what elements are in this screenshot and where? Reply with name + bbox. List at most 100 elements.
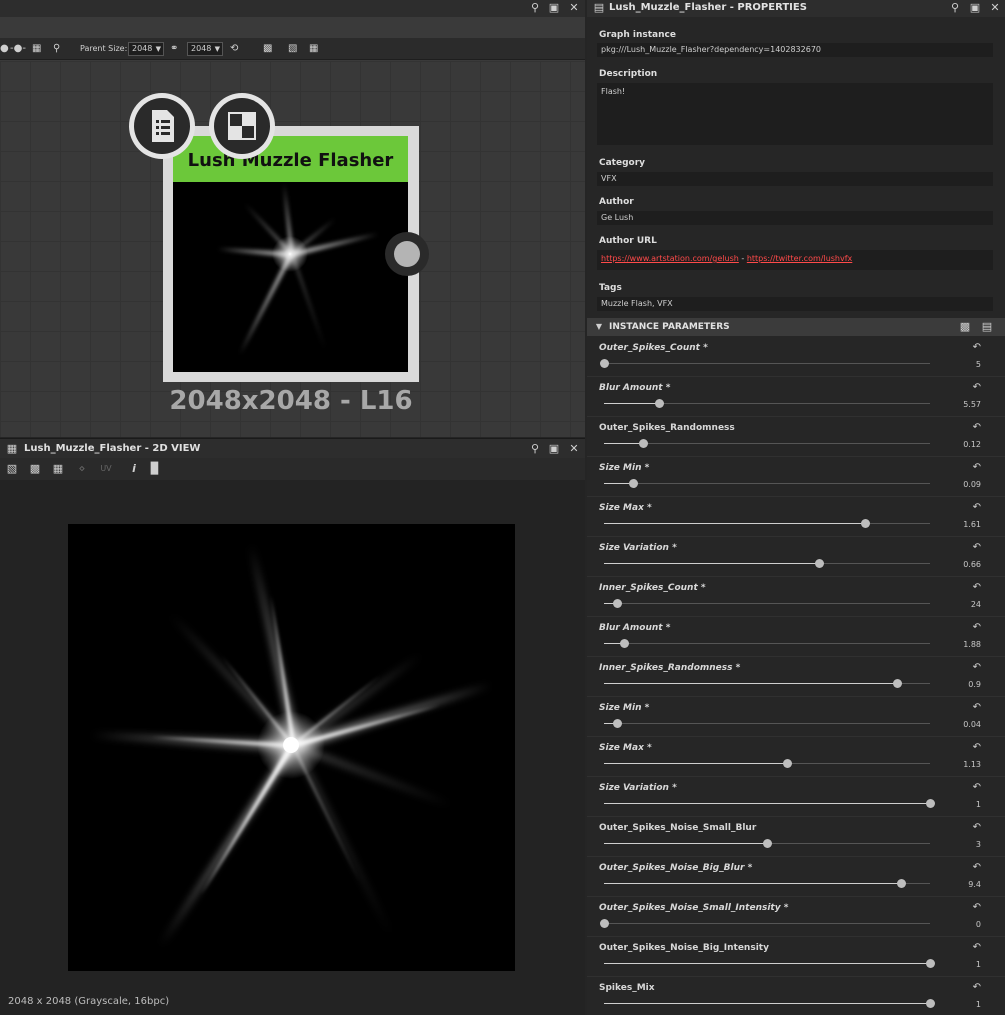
reset-param-icon[interactable]: ↶: [973, 902, 981, 913]
parent-size-select-b[interactable]: 2048 ▼: [187, 42, 223, 56]
slider-handle[interactable]: [655, 399, 665, 408]
reset-param-icon[interactable]: ↶: [973, 662, 981, 673]
slider-handle[interactable]: [600, 919, 609, 928]
instance-params-header[interactable]: ▼ INSTANCE PARAMETERS ▩ ▤: [587, 318, 1005, 336]
pin-icon[interactable]: ⚲: [529, 2, 541, 14]
slider-handle[interactable]: [926, 999, 935, 1008]
reset-size-icon[interactable]: ⟲: [230, 42, 238, 56]
param-slider[interactable]: [600, 359, 930, 368]
param-slider[interactable]: [604, 799, 935, 808]
slider-handle[interactable]: [613, 599, 623, 608]
param-value[interactable]: 0.12: [963, 440, 981, 449]
param-value[interactable]: 1.61: [963, 520, 981, 529]
param-slider[interactable]: [604, 399, 930, 408]
param-value[interactable]: 0.66: [963, 560, 981, 569]
histogram-icon[interactable]: ▉: [149, 463, 161, 475]
link-node-icon[interactable]: -●-: [10, 42, 26, 56]
param-slider[interactable]: [604, 559, 930, 568]
author-url-field[interactable]: https://www.artstation.com/gelush - http…: [597, 250, 993, 270]
node-output-port[interactable]: [385, 232, 429, 276]
slider-handle[interactable]: [782, 759, 792, 768]
reset-param-icon[interactable]: ↶: [973, 582, 981, 593]
param-slider[interactable]: [604, 519, 930, 528]
reset-param-icon[interactable]: ↶: [973, 702, 981, 713]
close-icon[interactable]: ✕: [568, 443, 580, 455]
parent-size-select-a[interactable]: 2048 ▼: [128, 42, 164, 56]
param-slider[interactable]: [604, 599, 930, 608]
tags-field[interactable]: Muzzle Flash, VFX: [597, 297, 993, 311]
maximize-icon[interactable]: ▣: [548, 443, 560, 455]
reset-param-icon[interactable]: ↶: [973, 342, 981, 353]
pin-icon[interactable]: ⚲: [529, 443, 541, 455]
reset-param-icon[interactable]: ↶: [973, 822, 981, 833]
maximize-icon[interactable]: ▣: [548, 2, 560, 14]
view-image[interactable]: [68, 524, 515, 971]
reset-param-icon[interactable]: ↶: [973, 742, 981, 753]
align-vertical-icon[interactable]: ▧: [288, 42, 297, 56]
snap-grid-icon[interactable]: ▦: [309, 42, 318, 56]
reset-param-icon[interactable]: ↶: [973, 502, 981, 513]
param-slider[interactable]: [604, 759, 930, 768]
param-slider[interactable]: [604, 719, 930, 728]
graph-node[interactable]: Lush Muzzle Flasher: [163, 126, 419, 382]
param-value[interactable]: 0.9: [968, 680, 981, 689]
export-icon[interactable]: ▦: [52, 463, 64, 475]
connect-icon[interactable]: ●: [0, 42, 9, 56]
graph-instance-field[interactable]: pkg:///Lush_Muzzle_Flasher?dependency=14…: [597, 43, 993, 57]
slider-handle[interactable]: [926, 959, 935, 968]
param-slider[interactable]: [604, 639, 930, 648]
save-icon[interactable]: ▩: [29, 463, 41, 475]
pin-icon[interactable]: ⚲: [949, 2, 961, 14]
param-slider[interactable]: [604, 439, 930, 448]
reset-param-icon[interactable]: ↶: [973, 782, 981, 793]
category-field[interactable]: VFX: [597, 172, 993, 186]
twitter-link[interactable]: https://twitter.com/lushvfx: [747, 254, 852, 263]
copy-view-icon[interactable]: ▧: [6, 463, 18, 475]
reset-param-icon[interactable]: ↶: [973, 862, 981, 873]
graph-doc-button[interactable]: [129, 93, 195, 159]
author-field[interactable]: Ge Lush: [597, 211, 993, 225]
maximize-icon[interactable]: ▣: [969, 2, 981, 14]
artstation-link[interactable]: https://www.artstation.com/gelush: [601, 254, 739, 263]
param-value[interactable]: 0: [976, 920, 981, 929]
slider-handle[interactable]: [600, 359, 609, 368]
param-value[interactable]: 5: [976, 360, 981, 369]
param-slider[interactable]: [604, 999, 935, 1008]
param-slider[interactable]: [604, 479, 930, 488]
reset-param-icon[interactable]: ↶: [973, 982, 981, 993]
reset-param-icon[interactable]: ↶: [973, 382, 981, 393]
info-icon[interactable]: i: [128, 463, 140, 475]
param-value[interactable]: 24: [971, 600, 981, 609]
param-value[interactable]: 1: [976, 1000, 981, 1009]
param-value[interactable]: 1: [976, 960, 981, 969]
param-slider[interactable]: [600, 919, 930, 928]
param-value[interactable]: 5.57: [963, 400, 981, 409]
param-slider[interactable]: [604, 879, 930, 888]
param-value[interactable]: 3: [976, 840, 981, 849]
param-value[interactable]: 1.13: [963, 760, 981, 769]
param-slider[interactable]: [604, 839, 930, 848]
slider-handle[interactable]: [639, 439, 649, 448]
slider-handle[interactable]: [893, 679, 903, 688]
reset-param-icon[interactable]: ↶: [973, 622, 981, 633]
param-value[interactable]: 1.88: [963, 640, 981, 649]
pin-node-icon[interactable]: ⚲: [53, 42, 60, 56]
param-value[interactable]: 9.4: [968, 880, 981, 889]
param-value[interactable]: 1: [976, 800, 981, 809]
preset-save-icon[interactable]: ▩: [959, 321, 971, 333]
frame-icon[interactable]: ▦: [32, 42, 41, 56]
reset-param-icon[interactable]: ↶: [973, 542, 981, 553]
reset-param-icon[interactable]: ↶: [973, 942, 981, 953]
close-icon[interactable]: ✕: [568, 2, 580, 14]
preset-load-icon[interactable]: ▤: [981, 321, 993, 333]
description-field[interactable]: Flash!: [597, 83, 993, 145]
slider-handle[interactable]: [763, 839, 772, 848]
reset-param-icon[interactable]: ↶: [973, 462, 981, 473]
align-horizontal-icon[interactable]: ▩: [263, 42, 272, 56]
slider-handle[interactable]: [860, 519, 870, 528]
output-type-button[interactable]: [209, 93, 275, 159]
close-icon[interactable]: ✕: [989, 2, 1001, 14]
slider-handle[interactable]: [613, 719, 623, 728]
slider-handle[interactable]: [815, 559, 825, 568]
param-value[interactable]: 0.04: [963, 720, 981, 729]
